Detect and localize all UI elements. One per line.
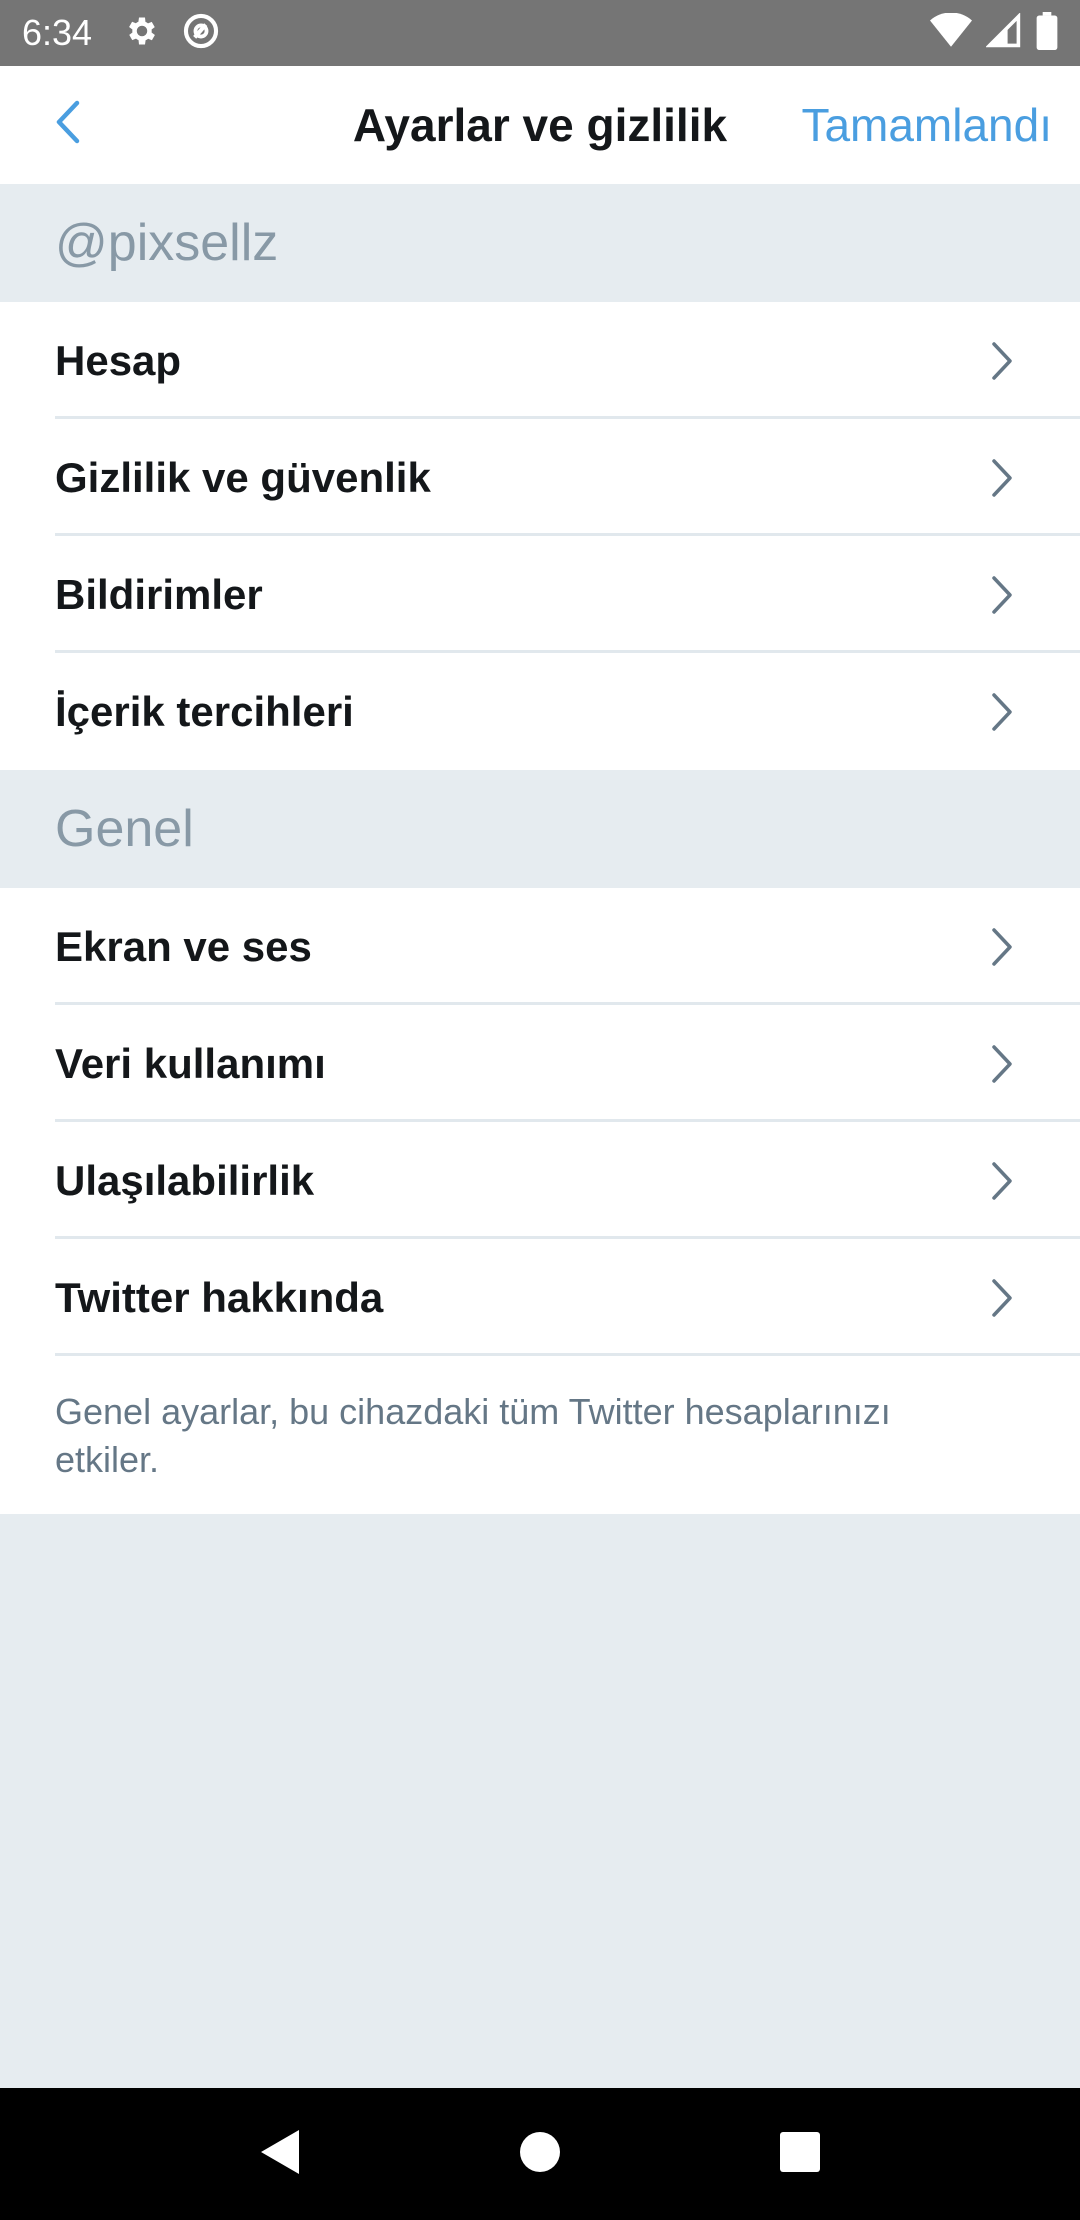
- chevron-right-icon: [992, 1279, 1012, 1317]
- settings-item-label: İçerik tercihleri: [55, 687, 354, 735]
- back-triangle-icon: [257, 2127, 303, 2182]
- chevron-right-icon: [992, 459, 1012, 497]
- chevron-right-icon: [992, 576, 1012, 614]
- chevron-right-icon: [992, 342, 1012, 380]
- settings-item-data-usage[interactable]: Veri kullanımı: [0, 1005, 1080, 1122]
- settings-content: @pixsellz Hesap Gizlilik ve güvenlik Bil…: [0, 184, 1080, 1514]
- settings-item-about-twitter[interactable]: Twitter hakkında: [0, 1239, 1080, 1356]
- settings-item-label: Twitter hakkında: [55, 1273, 384, 1321]
- account-settings-list: Hesap Gizlilik ve güvenlik Bildirimler İ…: [0, 302, 1080, 770]
- at-sync-icon: [182, 12, 220, 55]
- chevron-right-icon: [992, 928, 1012, 966]
- settings-item-label: Veri kullanımı: [55, 1039, 326, 1087]
- general-settings-note: Genel ayarlar, bu cihazdaki tüm Twitter …: [0, 1356, 1080, 1514]
- done-button[interactable]: Tamamlandı: [801, 98, 1052, 152]
- app-header: Ayarlar ve gizlilik Tamamlandı: [0, 66, 1080, 184]
- home-circle-icon: [519, 2131, 561, 2178]
- status-time: 6:34: [22, 12, 93, 53]
- general-settings-list: Ekran ve ses Veri kullanımı Ulaşılabilir…: [0, 888, 1080, 1514]
- recents-square-icon: [779, 2131, 821, 2178]
- nav-home-button[interactable]: [500, 2114, 580, 2194]
- chevron-right-icon: [992, 1045, 1012, 1083]
- signal-icon: [985, 11, 1022, 54]
- battery-icon: [1036, 11, 1058, 55]
- settings-item-display-sound[interactable]: Ekran ve ses: [0, 888, 1080, 1005]
- settings-item-content-preferences[interactable]: İçerik tercihleri: [0, 653, 1080, 770]
- settings-item-label: Bildirimler: [55, 570, 263, 618]
- status-bar: 6:34: [0, 0, 1080, 66]
- settings-item-label: Hesap: [55, 336, 182, 384]
- settings-screen: 6:34 Ayarlar ve gizlilik Tamamlandı @pix…: [0, 0, 1080, 2220]
- nav-recents-button[interactable]: [760, 2114, 840, 2194]
- chevron-right-icon: [992, 693, 1012, 731]
- settings-item-label: Ulaşılabilirlik: [55, 1156, 315, 1204]
- nav-back-button[interactable]: [240, 2114, 320, 2194]
- settings-item-privacy-security[interactable]: Gizlilik ve güvenlik: [0, 419, 1080, 536]
- gear-icon: [124, 13, 160, 54]
- wifi-icon: [930, 11, 972, 54]
- settings-item-accessibility[interactable]: Ulaşılabilirlik: [0, 1122, 1080, 1239]
- settings-item-label: Ekran ve ses: [55, 922, 312, 970]
- chevron-right-icon: [992, 1162, 1012, 1200]
- settings-item-account[interactable]: Hesap: [0, 302, 1080, 419]
- section-header-general: Genel: [0, 770, 1080, 888]
- section-header-account: @pixsellz: [0, 184, 1080, 302]
- settings-item-label: Gizlilik ve güvenlik: [55, 453, 431, 501]
- system-nav-bar: [0, 2088, 1080, 2220]
- settings-item-notifications[interactable]: Bildirimler: [0, 536, 1080, 653]
